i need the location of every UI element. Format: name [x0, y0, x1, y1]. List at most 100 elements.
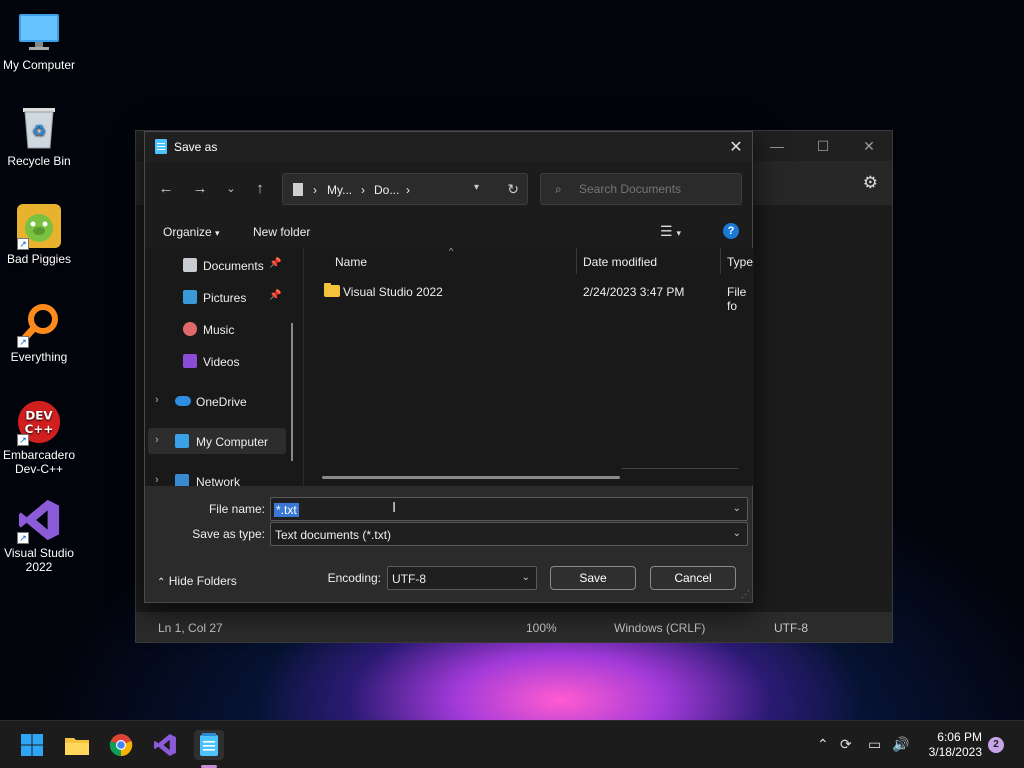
column-header-date[interactable]: Date modified [583, 248, 657, 274]
search-input[interactable] [579, 182, 729, 196]
notification-badge[interactable]: 2 [988, 737, 1004, 753]
desktop-icon-bad-piggies[interactable]: ↗ Bad Piggies [0, 204, 78, 266]
status-zoom[interactable]: 100% [526, 621, 557, 635]
recent-chevron-down-icon[interactable]: ⌄ [220, 182, 242, 195]
breadcrumb-my-computer[interactable]: My... [327, 183, 352, 197]
nav-item-videos[interactable]: Videos [145, 348, 303, 374]
address-bar[interactable]: › My... › Do... › ▾ ↻ [282, 173, 528, 205]
pin-icon[interactable]: 📌 [269, 258, 281, 269]
column-separator[interactable] [576, 248, 577, 274]
notepad-icon [155, 139, 167, 154]
desktop-icon-everything[interactable]: ↗ Everything [0, 302, 78, 364]
cancel-button[interactable]: Cancel [650, 566, 736, 590]
cloud-icon [175, 396, 191, 406]
taskbar-visual-studio[interactable] [150, 730, 180, 760]
dialog-title-bar[interactable]: Save as ✕ [145, 132, 752, 162]
desktop-icon-label: My Computer [2, 58, 76, 72]
file-name-label: File name: [208, 502, 265, 516]
nav-pane-scrollbar[interactable] [291, 323, 293, 461]
monitor-icon [17, 10, 61, 54]
close-icon[interactable]: ✕ [846, 131, 892, 161]
file-list-pane: ^ Name Date modified Type Visual Studio … [303, 248, 754, 486]
nav-item-documents[interactable]: Documents 📌 [145, 252, 303, 278]
forward-arrow-icon[interactable]: → [189, 180, 211, 197]
taskbar-notepad[interactable] [194, 730, 224, 760]
minimize-icon[interactable]: — [754, 131, 800, 161]
dialog-nav-bar: ← → ⌄ ↑ › My... › Do... › ▾ ↻ ⌕ [145, 162, 752, 216]
nav-item-network[interactable]: › Network [145, 468, 303, 486]
resize-grip-icon[interactable]: ⋰ [741, 589, 750, 600]
taskbar-file-explorer[interactable] [62, 730, 92, 760]
help-icon[interactable]: ? [723, 223, 739, 239]
encoding-select[interactable]: UTF-8 ⌄ [387, 566, 537, 590]
notepad-status-bar: Ln 1, Col 27 100% Windows (CRLF) UTF-8 [136, 612, 892, 642]
save-as-dialog: Save as ✕ ← → ⌄ ↑ › My... › Do... › ▾ ↻ … [144, 131, 754, 603]
column-header-type[interactable]: Type [727, 248, 753, 274]
chevron-right-icon[interactable]: › [155, 394, 159, 406]
show-hidden-icons-chevron-up-icon[interactable]: ⌃ [817, 736, 829, 753]
save-button[interactable]: Save [550, 566, 636, 590]
chevron-down-icon[interactable]: ⌄ [733, 503, 741, 514]
horizontal-scrollbar-thumb[interactable] [322, 476, 620, 479]
hide-folders-label: Hide Folders [168, 574, 237, 588]
volume-icon[interactable]: 🔊 [892, 736, 909, 753]
view-options-icon[interactable]: ☰ ▾ [660, 223, 681, 240]
hide-folders-button[interactable]: ⌃ Hide Folders [157, 574, 237, 588]
start-button[interactable] [17, 730, 47, 760]
chevron-right-icon: › [313, 183, 317, 197]
gear-icon[interactable]: ⚙ [863, 173, 878, 193]
breadcrumb-documents[interactable]: Do... [374, 183, 399, 197]
back-arrow-icon[interactable]: ← [155, 180, 177, 197]
folder-icon [324, 283, 340, 297]
bad-piggies-icon: ↗ [17, 204, 61, 250]
file-type: File fo [727, 285, 747, 313]
nav-item-label: Documents [203, 259, 264, 273]
chevron-down-icon[interactable]: ⌄ [522, 572, 530, 583]
svg-text:DEV: DEV [25, 408, 53, 422]
document-icon [293, 183, 303, 196]
desktop-icon-visual-studio[interactable]: ↗ Visual Studio 2022 [0, 498, 78, 574]
encoding-label: Encoding: [327, 571, 381, 585]
desktop-icon-my-computer[interactable]: My Computer [0, 10, 78, 72]
address-dropdown-chevron-icon[interactable]: ▾ [474, 182, 479, 193]
nav-item-music[interactable]: Music [145, 316, 303, 342]
visual-studio-icon [154, 734, 176, 756]
column-header-name[interactable]: Name [335, 248, 367, 274]
taskbar-chrome[interactable] [106, 730, 136, 760]
encoding-value: UTF-8 [392, 572, 426, 586]
nav-item-my-computer[interactable]: › My Computer [148, 428, 286, 454]
maximize-icon[interactable]: ☐ [800, 131, 846, 161]
music-icon [183, 322, 197, 336]
chevron-right-icon[interactable]: › [155, 434, 159, 446]
chevron-down-icon[interactable]: ⌄ [733, 528, 741, 539]
desktop-icon-dev-cpp[interactable]: DEV C++ ↗ Embarcadero Dev-C++ [0, 400, 78, 476]
file-name-input[interactable]: *.txt I ⌄ [270, 497, 748, 521]
save-as-type-value: Text documents (*.txt) [275, 528, 392, 542]
new-folder-button[interactable]: New folder [253, 225, 310, 239]
network-status-icon[interactable]: ▭ [868, 736, 881, 753]
up-arrow-icon[interactable]: ↑ [249, 180, 271, 197]
file-row[interactable]: Visual Studio 2022 2/24/2023 3:47 PM Fil… [304, 280, 754, 313]
desktop-icon-label: Visual Studio 2022 [4, 546, 74, 574]
shortcut-arrow-icon: ↗ [17, 336, 29, 348]
dialog-title: Save as [174, 140, 218, 154]
system-clock[interactable]: 6:06 PM 3/18/2023 [916, 730, 982, 760]
pin-icon[interactable]: 📌 [269, 290, 281, 301]
everything-search-icon: ↗ [17, 302, 61, 348]
organize-button[interactable]: Organize ▾ [163, 225, 220, 239]
chevron-right-icon[interactable]: › [155, 474, 159, 486]
status-encoding: UTF-8 [774, 621, 808, 635]
refresh-icon[interactable]: ↻ [507, 181, 519, 198]
column-separator[interactable] [720, 248, 721, 274]
nav-item-pictures[interactable]: Pictures 📌 [145, 284, 303, 310]
nav-item-label: Pictures [203, 291, 247, 305]
save-as-type-select[interactable]: Text documents (*.txt) ⌄ [270, 522, 748, 546]
dialog-close-button[interactable]: ✕ [720, 132, 752, 162]
search-box[interactable]: ⌕ [540, 173, 742, 205]
organize-label: Organize [163, 225, 212, 239]
update-sync-icon[interactable]: ⟳ [840, 736, 852, 753]
taskbar: ⌃ ⟳ ▭ 🔊 6:06 PM 3/18/2023 2 [0, 720, 1024, 768]
desktop-icon-label: Everything [10, 350, 68, 364]
nav-item-onedrive[interactable]: › OneDrive [145, 388, 303, 414]
desktop-icon-recycle-bin[interactable]: ♻ Recycle Bin [0, 106, 78, 168]
